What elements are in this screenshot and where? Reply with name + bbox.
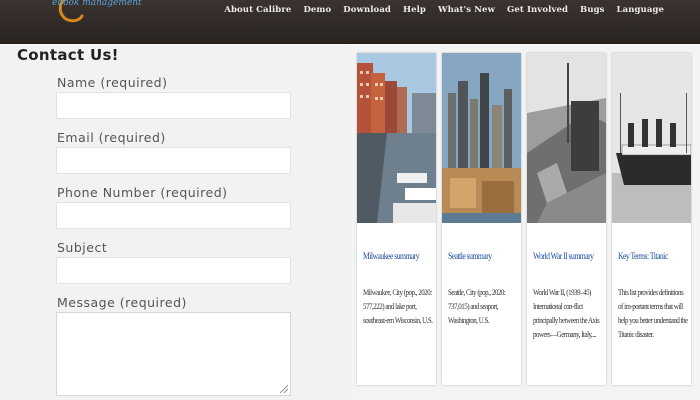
name-field[interactable]	[56, 92, 291, 119]
card-title[interactable]: Seattle summary	[448, 251, 509, 262]
logo-tagline: ebook management	[52, 0, 142, 8]
card-description: Milwaukee, City (pop., 2020: 577,222) an…	[363, 287, 433, 325]
nav-about-calibre[interactable]: About Calibre	[218, 5, 297, 15]
card-description: Seattle, City (pop., 2020: 737,015) and …	[448, 287, 506, 325]
nav-language[interactable]: Language	[611, 5, 670, 15]
article-card-titanic[interactable]: Key Terms: Titanic This list provides de…	[612, 53, 691, 385]
card-description: This list provides definitions of im-por…	[618, 287, 688, 339]
contact-form: Contact Us! Name (required) Email (requi…	[0, 45, 350, 400]
email-label: Email (required)	[57, 130, 166, 145]
nav-get-involved[interactable]: Get Involved	[501, 5, 574, 15]
page-title: Contact Us!	[17, 46, 119, 64]
card-title[interactable]: Key Terms: Titanic	[618, 251, 679, 262]
nav-download[interactable]: Download	[337, 5, 397, 15]
subject-label: Subject	[57, 240, 108, 255]
card-title[interactable]: World War II summary	[533, 251, 594, 262]
message-textarea[interactable]	[56, 312, 291, 396]
site-header: ebook management About Calibre Demo Down…	[0, 0, 700, 44]
world-war-ii-image[interactable]	[527, 53, 606, 223]
subject-field[interactable]	[56, 257, 291, 284]
main-nav: About Calibre Demo Download Help What's …	[218, 5, 670, 15]
related-articles: Milwaukee summary Milwaukee, City (pop.,…	[350, 45, 700, 400]
milwaukee-image[interactable]	[357, 53, 436, 223]
article-card-milwaukee[interactable]: Milwaukee summary Milwaukee, City (pop.,…	[357, 53, 436, 385]
article-card-seattle[interactable]: Seattle summary Seattle, City (pop., 202…	[442, 53, 521, 385]
titanic-image[interactable]	[612, 53, 691, 223]
name-label: Name (required)	[57, 75, 168, 90]
phone-field[interactable]	[56, 202, 291, 229]
nav-help[interactable]: Help	[397, 5, 432, 15]
email-field[interactable]	[56, 147, 291, 174]
resize-handle-icon[interactable]	[280, 385, 288, 393]
card-description: World War II, (1939–45) International co…	[533, 287, 600, 339]
nav-demo[interactable]: Demo	[297, 5, 337, 15]
nav-bugs[interactable]: Bugs	[574, 5, 611, 15]
article-card-wwii[interactable]: World War II summary World War II, (1939…	[527, 53, 606, 385]
nav-whats-new[interactable]: What's New	[432, 5, 501, 15]
message-label: Message (required)	[57, 295, 187, 310]
phone-label: Phone Number (required)	[57, 185, 228, 200]
card-title[interactable]: Milwaukee summary	[363, 251, 424, 262]
seattle-image[interactable]	[442, 53, 521, 223]
